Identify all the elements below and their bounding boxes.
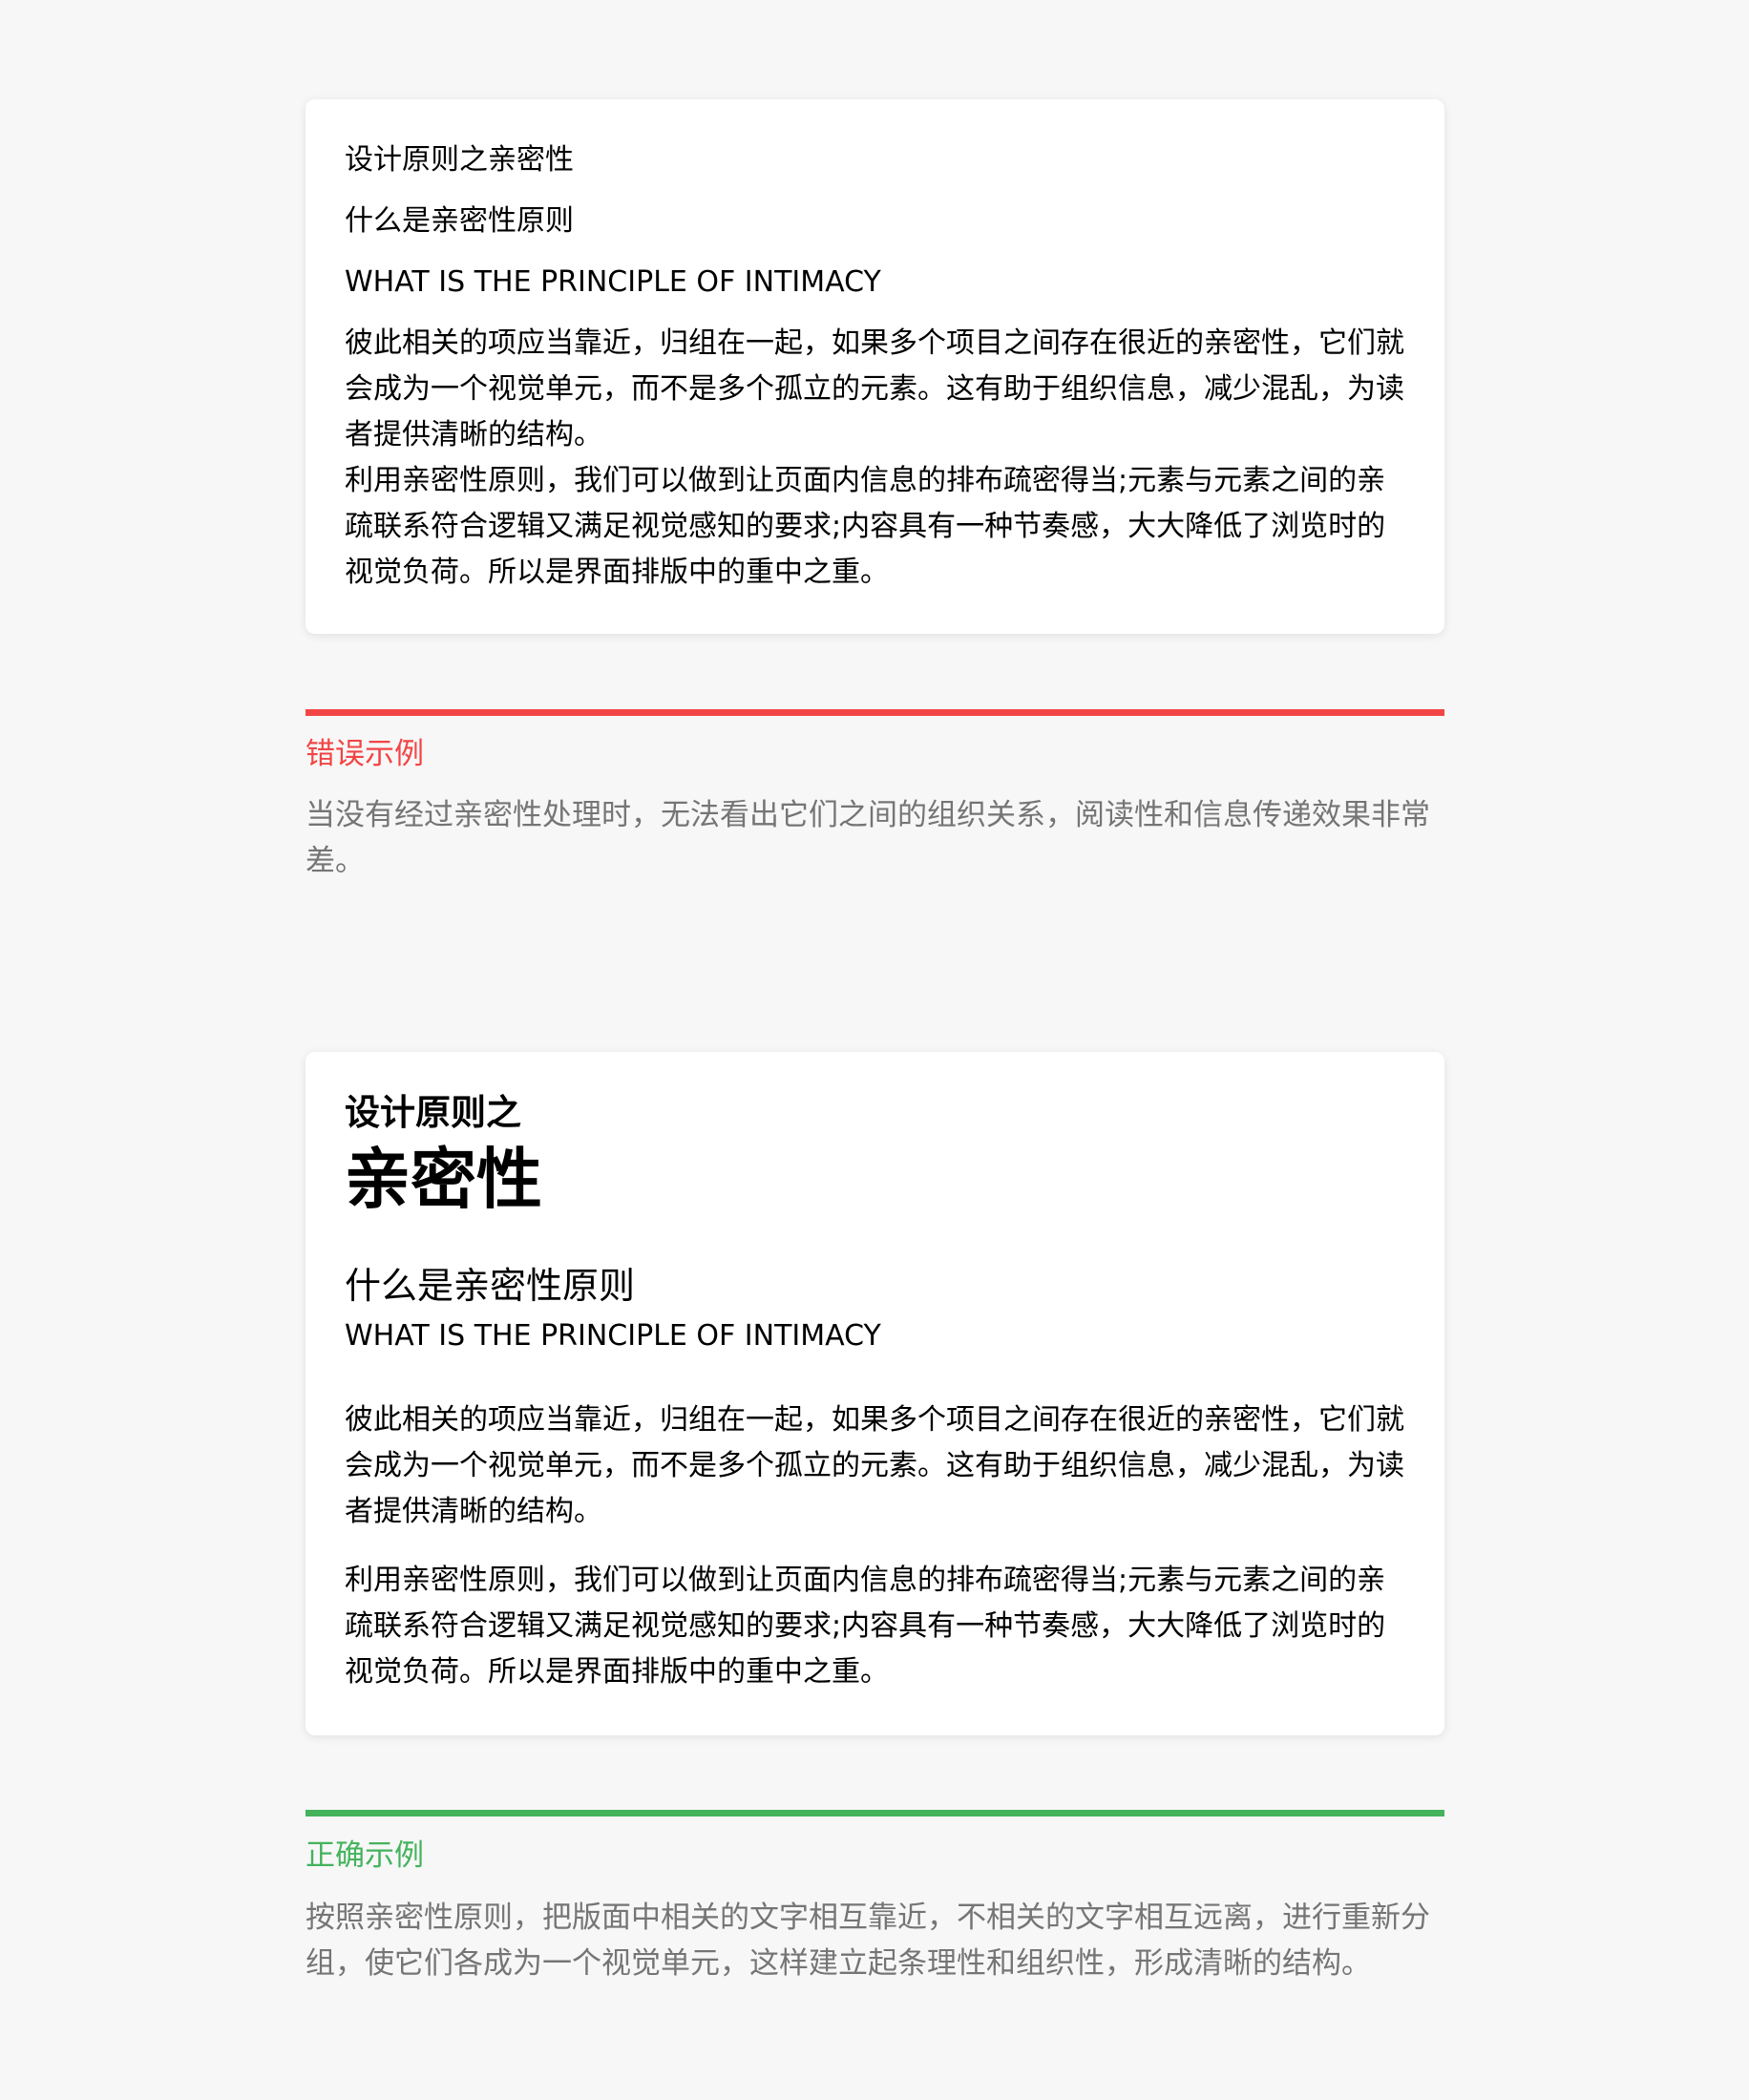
bad-example-card: 设计原则之亲密性 什么是亲密性原则 WHAT IS THE PRINCIPLE … xyxy=(306,99,1444,634)
good-subtitle: 什么是亲密性原则 xyxy=(345,1265,636,1307)
good-paragraph-2: 利用亲密性原则，我们可以做到让页面内信息的排布疏密得当;元素与元素之间的亲疏联系… xyxy=(345,1564,1386,1689)
good-subtitle-en: WHAT IS THE PRINCIPLE OF INTIMACY xyxy=(345,1319,881,1353)
good-paragraph-1: 彼此相关的项应当靠近，归组在一起，如果多个项目之间存在很近的亲密性，它们就会成为… xyxy=(345,1403,1404,1528)
good-title-small: 设计原则之 xyxy=(345,1092,521,1133)
bad-subtitle-en: WHAT IS THE PRINCIPLE OF INTIMACY xyxy=(345,265,881,299)
correct-example-label: 正确示例 xyxy=(306,1838,424,1873)
good-title-big: 亲密性 xyxy=(345,1142,542,1218)
correct-example-explanation: 按照亲密性原则，把版面中相关的文字相互靠近，不相关的文字相互远离，进行重新分组，… xyxy=(306,1900,1430,1981)
error-divider xyxy=(306,709,1444,716)
bad-subtitle: 什么是亲密性原则 xyxy=(345,204,574,238)
bad-paragraph-1: 彼此相关的项应当靠近，归组在一起，如果多个项目之间存在很近的亲密性，它们就会成为… xyxy=(345,326,1404,452)
bad-paragraph-2: 利用亲密性原则，我们可以做到让页面内信息的排布疏密得当;元素与元素之间的亲疏联系… xyxy=(345,464,1386,589)
bad-title: 设计原则之亲密性 xyxy=(345,143,574,177)
error-example-explanation: 当没有经过亲密性处理时，无法看出它们之间的组织关系，阅读性和信息传递效果非常差。 xyxy=(306,798,1430,878)
good-example-card: 设计原则之 亲密性 什么是亲密性原则 WHAT IS THE PRINCIPLE… xyxy=(306,1052,1444,1735)
error-example-label: 错误示例 xyxy=(306,737,424,771)
correct-divider xyxy=(306,1810,1444,1816)
